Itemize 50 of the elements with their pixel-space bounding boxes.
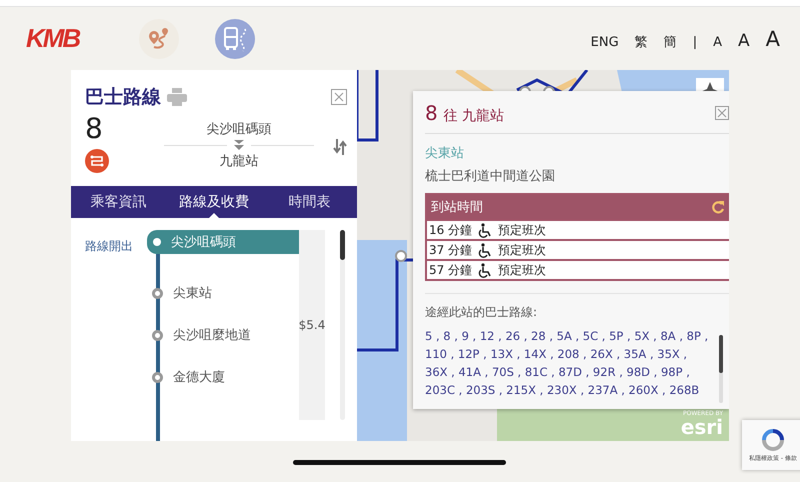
esri-logo: esri [680,417,723,437]
wheelchair-icon [478,262,492,278]
eta-time: 16 分鐘 [429,222,472,238]
panel-title: 巴士路線 [85,85,161,110]
route-list: 5 , 8 , 9 , 12 , 26 , 28 , 5A , 5C , 5P , 5X , 8A , 8P , 110 , 12P , 13X , 14X , 208 , 26X , 35A , 35X , 36X , 41A , 70S , 81C , 87D , 92R , 98D , 98P , 203C , 203S , 215X , 230X , 237A , 260X , 268B [425,327,713,403]
scrollbar-thumb[interactable] [719,335,723,373]
close-icon[interactable] [715,106,729,120]
popup-heading: 往 九龍站 [444,107,504,125]
language-link[interactable]: 簡 [664,32,677,50]
tab[interactable]: 時間表 [262,186,357,218]
eta-note: 預定班次 [498,222,546,238]
route-search-button[interactable] [139,18,180,58]
font-size-link[interactable]: A [738,30,750,50]
language-link[interactable]: 繁 [634,32,648,50]
scrollbar-thumb[interactable] [340,230,345,260]
direction-arrow-icon [233,139,245,151]
stop-name: 尖東站 [425,145,465,162]
close-icon[interactable] [331,89,347,105]
refresh-icon[interactable] [711,200,725,214]
stop-item[interactable]: 尖沙咀麼地道 [147,314,299,356]
wheelchair-icon [478,222,492,238]
eta-title: 到站時間 [431,199,483,216]
eta-note: 預定班次 [498,262,546,278]
font-size-link[interactable]: A [713,34,722,50]
eta-time: 37 分鐘 [429,242,472,258]
routes-label: 途經此站的巴士路線: [425,305,538,319]
logo[interactable]: KMB [26,23,80,54]
printer-icon[interactable] [167,88,187,106]
language-link[interactable]: ENG [590,34,619,50]
swap-direction-icon[interactable] [333,139,347,155]
route-number: 8 [85,112,104,145]
eta-note: 預定班次 [498,242,546,258]
direction-label: 路線開出 [85,239,133,253]
stop-item[interactable]: 尖沙咀碼頭 [147,230,299,254]
recaptcha-icon [760,428,786,452]
tab[interactable]: 路線及收費 [166,186,262,218]
tab[interactable]: 乘客資訊 [71,186,166,218]
origin-stop: 尖沙咀碼頭 [206,121,272,138]
bus-route-button[interactable] [215,18,256,58]
stop-address: 梳士巴利道中間道公園 [425,168,556,185]
stop-item[interactable]: 金德大廈 [147,356,299,398]
route-switch-icon[interactable] [85,149,109,173]
wheelchair-icon [478,242,492,258]
popup-route-number: 8 [425,101,438,125]
fare-text: $5.4 [298,318,326,332]
separator-text: | [692,34,698,50]
font-size-link[interactable]: A [766,26,780,50]
stop-item[interactable]: 尖東站 [147,272,299,314]
destination-stop: 九龍站 [220,153,258,170]
eta-time: 57 分鐘 [429,262,472,278]
